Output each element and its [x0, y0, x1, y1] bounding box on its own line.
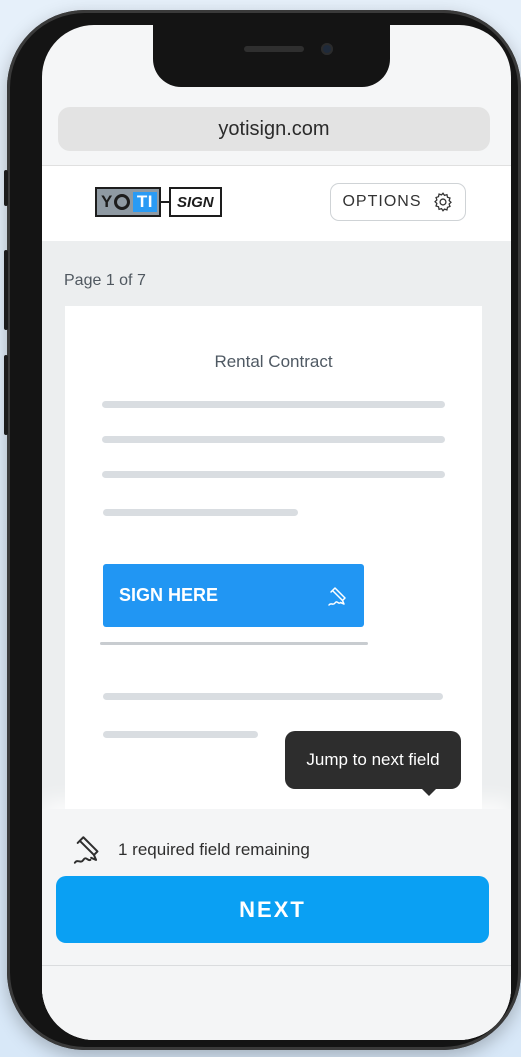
- divider: [42, 965, 511, 966]
- front-camera: [321, 43, 333, 55]
- phone-side-button: [4, 355, 8, 435]
- remaining-text: 1 required field remaining: [118, 840, 310, 859]
- url-text: yotisign.com: [218, 117, 330, 140]
- options-button[interactable]: OPTIONS: [330, 183, 466, 221]
- text-placeholder-line: [102, 436, 445, 443]
- phone-side-button: [4, 170, 8, 206]
- yoti-sign-logo[interactable]: Y TI SIGN: [95, 187, 222, 217]
- browser-address-bar[interactable]: yotisign.com: [58, 107, 490, 151]
- text-placeholder-line: [102, 401, 445, 408]
- tooltip-text: Jump to next field: [306, 750, 440, 769]
- text-placeholder-line: [103, 509, 298, 516]
- next-label: NEXT: [239, 896, 306, 922]
- text-placeholder-line: [103, 693, 443, 700]
- jump-to-next-field-tooltip[interactable]: Jump to next field: [285, 731, 461, 789]
- pen-sign-icon: [328, 586, 346, 606]
- options-label: OPTIONS: [342, 193, 422, 210]
- phone-frame: yotisign.com Y TI SIGN OPTIONS Page 1 of …: [4, 10, 521, 1050]
- bottom-action-panel: 1 required field remaining NEXT: [42, 809, 511, 1040]
- speaker-grille: [244, 46, 304, 52]
- pen-sign-icon: [73, 836, 99, 864]
- phone-notch: [153, 25, 390, 87]
- tooltip-arrow: [420, 787, 438, 796]
- phone-screen: yotisign.com Y TI SIGN OPTIONS Page 1 of …: [42, 25, 511, 1040]
- sign-here-field[interactable]: SIGN HERE: [103, 564, 364, 627]
- document-title: Rental Contract: [214, 352, 333, 371]
- next-button[interactable]: NEXT: [56, 876, 489, 943]
- logo-sign-box: SIGN: [168, 187, 222, 217]
- text-placeholder-line: [103, 731, 258, 738]
- signature-line: [100, 642, 368, 645]
- logo-yoti-box: Y TI: [95, 187, 161, 217]
- page-indicator: Page 1 of 7: [64, 272, 146, 289]
- phone-side-button: [4, 250, 8, 330]
- app-header: Y TI SIGN OPTIONS: [42, 166, 511, 241]
- sign-here-label: SIGN HERE: [119, 585, 219, 605]
- required-fields-status: 1 required field remaining: [72, 833, 310, 867]
- text-placeholder-line: [102, 471, 445, 478]
- settings-gear-icon: [433, 192, 452, 212]
